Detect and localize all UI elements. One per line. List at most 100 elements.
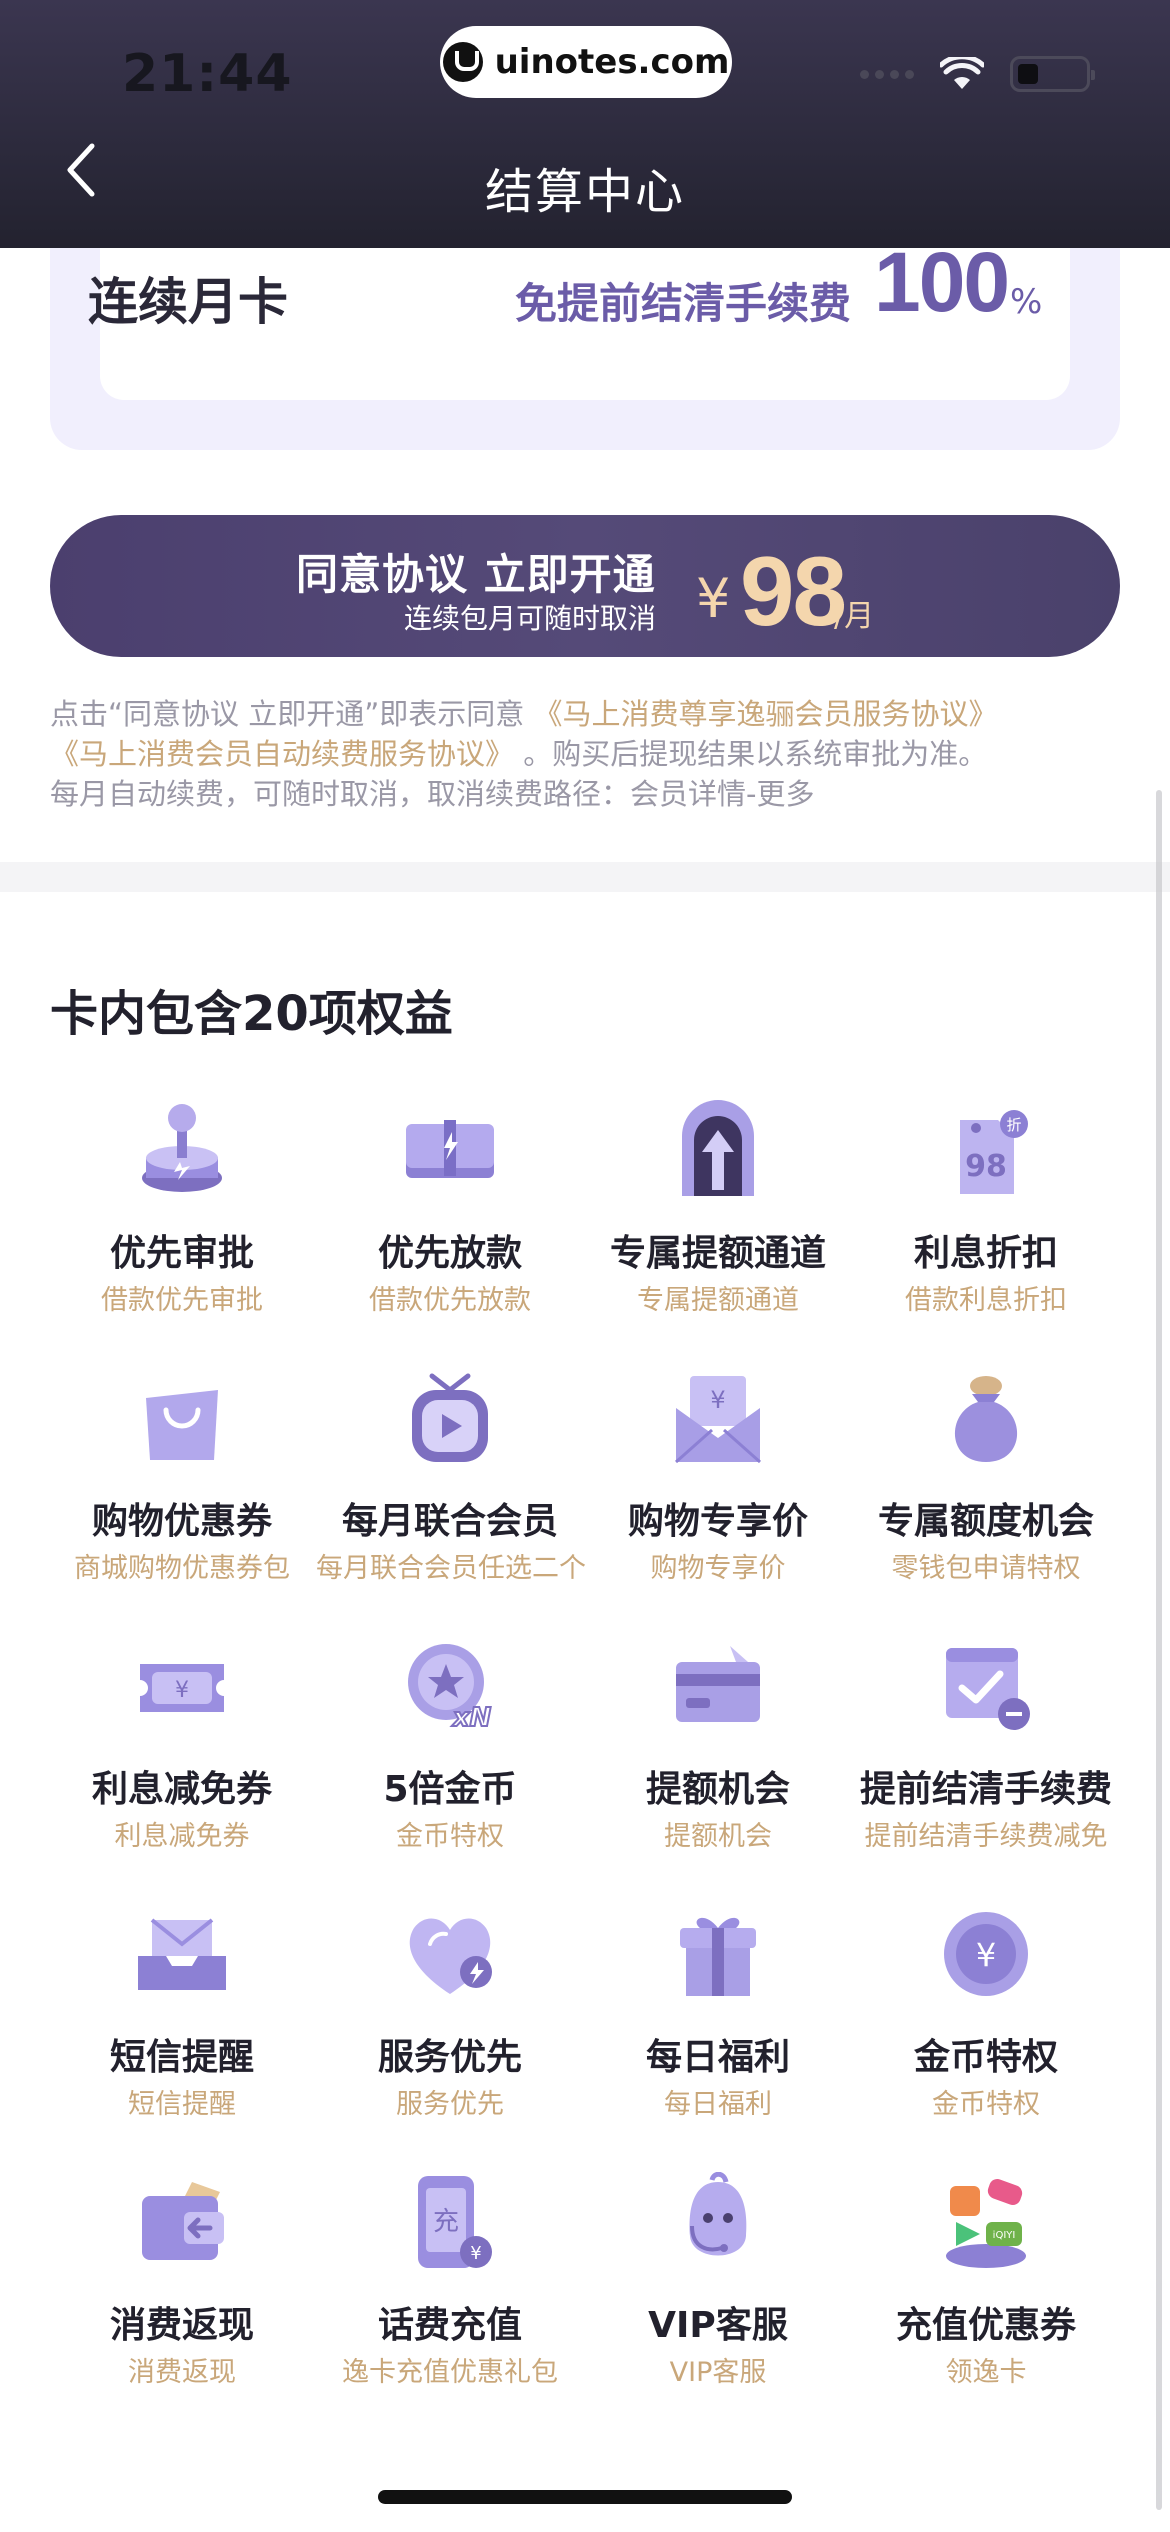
- benefit-title: 优先放款: [377, 1233, 522, 1274]
- status-time: 21:44: [122, 44, 293, 104]
- cta-sub-label: 连续包月可随时取消: [404, 602, 657, 635]
- benefit-title: 短信提醒: [109, 2037, 254, 2078]
- benefit-item[interactable]: 每月联合会员 每月联合会员任选二个: [316, 1368, 586, 1628]
- benefit-subtitle: 领逸卡: [945, 2357, 1027, 2388]
- benefit-subtitle: 金币特权: [396, 1821, 504, 1852]
- ticket-icon: ¥: [140, 1664, 224, 1712]
- agreement-suffix: 。购买后提现结果以系统审批为准。: [523, 737, 988, 771]
- benefit-item[interactable]: 98 折 利息折扣 借款利息折扣: [852, 1100, 1120, 1360]
- svg-text:¥: ¥: [710, 1386, 725, 1414]
- benefit-title: 提额机会: [645, 1769, 790, 1810]
- shopping-bag-icon: [146, 1390, 218, 1460]
- benefit-title: 专属提额通道: [609, 1233, 826, 1274]
- gift-icon: [680, 1917, 756, 1996]
- headset-mascot-icon: [689, 2172, 747, 2256]
- benefit-item[interactable]: 购物优惠券 商城购物优惠券包: [48, 1368, 316, 1628]
- benefit-title: 利息折扣: [913, 1233, 1058, 1274]
- svg-text:¥: ¥: [976, 1936, 996, 1974]
- watermark-badge: uinotes.com: [440, 26, 732, 98]
- card-up-icon: [676, 1646, 760, 1722]
- service-agreement-link[interactable]: 《马上消费尊享逸骊会员服务协议》: [534, 697, 998, 731]
- benefit-item[interactable]: 优先审批 借款优先审批: [48, 1100, 316, 1360]
- cta-price-unit: /月: [834, 599, 875, 634]
- plan-benefit-value: 100: [874, 235, 1010, 329]
- status-icons: [860, 56, 1095, 92]
- plan-benefit-unit: %: [1010, 282, 1043, 322]
- benefit-item[interactable]: 专属额度机会 零钱包申请特权: [852, 1368, 1120, 1628]
- benefit-subtitle: 借款优先审批: [101, 1285, 263, 1316]
- svg-text:充: 充: [433, 2207, 459, 2237]
- benefit-subtitle: 金币特权: [932, 2089, 1040, 2120]
- benefit-item[interactable]: ¥ 金币特权 金币特权: [852, 1904, 1120, 2164]
- benefit-title: 优先审批: [109, 1233, 254, 1274]
- plan-name: 连续月卡: [88, 273, 288, 331]
- benefit-item[interactable]: 专属提额通道 专属提额通道: [584, 1100, 852, 1360]
- benefit-subtitle: 短信提醒: [128, 2089, 236, 2120]
- benefit-item[interactable]: 服务优先 服务优先: [316, 1904, 584, 2164]
- svg-text:¥: ¥: [470, 2243, 481, 2264]
- money-bag-icon: [954, 1376, 1018, 1462]
- benefit-subtitle: 逸卡充值优惠礼包: [342, 2357, 558, 2388]
- benefit-item[interactable]: xN 5倍金币 金币特权: [316, 1636, 584, 1896]
- benefit-subtitle: 每日福利: [664, 2089, 772, 2120]
- cash-icon: [406, 1120, 494, 1178]
- benefit-title: 购物优惠券: [91, 1501, 272, 1542]
- header: 21:44 uinotes.com 结算中心: [0, 0, 1170, 248]
- section-divider: [0, 862, 1170, 892]
- benefit-title: 金币特权: [913, 2037, 1058, 2078]
- cta-price: 98: [740, 536, 847, 646]
- benefit-title: 专属额度机会: [877, 1501, 1094, 1542]
- phone-recharge-icon: 充 ¥: [418, 2176, 492, 2268]
- home-indicator[interactable]: [378, 2490, 792, 2504]
- benefit-title: 利息减免券: [91, 1769, 272, 1810]
- uinotes-logo-icon: [442, 42, 483, 82]
- benefit-item[interactable]: VIP客服 VIP客服: [584, 2172, 852, 2432]
- benefit-item[interactable]: 充 ¥ 话费充值 逸卡充值优惠礼包: [316, 2172, 584, 2432]
- plan-description: 免提前结清手续费: [515, 279, 852, 328]
- apps-stack-icon: iQIYI: [946, 2179, 1026, 2268]
- benefit-item[interactable]: 提额机会 提额机会: [584, 1636, 852, 1896]
- scrollbar[interactable]: [1156, 790, 1162, 2510]
- benefit-subtitle: 零钱包申请特权: [891, 1553, 1081, 1584]
- arrow-gate-icon: [682, 1100, 754, 1196]
- wallet-return-icon: [142, 2182, 224, 2260]
- benefit-subtitle: 购物专享价: [650, 1553, 786, 1584]
- benefit-item[interactable]: 优先放款 借款优先放款: [316, 1100, 584, 1360]
- auto-renew-agreement-link[interactable]: 《马上消费会员自动续费服务协议》: [50, 737, 514, 771]
- benefit-title: 每月联合会员: [341, 1501, 558, 1542]
- calendar-check-icon: [946, 1648, 1030, 1730]
- cellular-signal-icon: [860, 69, 914, 79]
- benefit-subtitle: 每月联合会员任选二个: [316, 1553, 586, 1584]
- benefit-item[interactable]: 每日福利 每日福利: [584, 1904, 852, 2164]
- svg-text:折: 折: [1006, 1116, 1021, 1134]
- inbox-icon: [138, 1918, 226, 1990]
- svg-text:¥: ¥: [175, 1678, 189, 1703]
- coin-multiplier-icon: xN: [408, 1644, 493, 1734]
- benefit-item[interactable]: ¥ 购物专享价 购物专享价: [584, 1368, 852, 1628]
- benefit-title: 话费充值: [377, 2305, 522, 2346]
- svg-text:98: 98: [965, 1149, 1007, 1184]
- benefit-item[interactable]: 消费返现 消费返现: [48, 2172, 316, 2432]
- benefit-subtitle: VIP客服: [669, 2357, 767, 2388]
- benefit-item[interactable]: 短信提醒 短信提醒: [48, 1904, 316, 2164]
- benefit-title: 充值优惠券: [895, 2305, 1076, 2346]
- benefit-subtitle: 服务优先: [396, 2089, 504, 2120]
- benefit-subtitle: 消费返现: [128, 2357, 236, 2388]
- svg-text:iQIYI: iQIYI: [993, 2230, 1016, 2241]
- agreement-text: 点击“同意协议 立即开通”即表示同意 《马上消费尊享逸骊会员服务协议》 《马上消…: [50, 694, 1130, 814]
- cancel-renewal-note: 每月自动续费，可随时取消，取消续费路径：会员详情-更多: [50, 777, 815, 811]
- agree-and-subscribe-button[interactable]: 同意协议 立即开通 连续包月可随时取消 ¥ 98 /月: [50, 515, 1120, 657]
- benefit-title: 消费返现: [109, 2305, 254, 2346]
- benefit-subtitle: 借款利息折扣: [905, 1285, 1067, 1316]
- benefit-item[interactable]: 提前结清手续费 提前结清手续费减免: [852, 1636, 1120, 1896]
- page-title: 结算中心: [484, 164, 685, 220]
- benefit-item[interactable]: ¥ 利息减免券 利息减免券: [48, 1636, 316, 1896]
- cta-currency: ¥: [696, 567, 731, 630]
- benefit-subtitle: 借款优先放款: [369, 1285, 531, 1316]
- benefit-title: 提前结清手续费: [859, 1769, 1112, 1810]
- joystick-icon: [142, 1104, 222, 1192]
- tv-play-icon: [412, 1373, 488, 1462]
- cta-main-label: 同意协议 立即开通: [296, 550, 656, 599]
- heart-bolt-icon: [409, 1918, 492, 1994]
- benefit-item[interactable]: iQIYI 充值优惠券 领逸卡: [852, 2172, 1120, 2432]
